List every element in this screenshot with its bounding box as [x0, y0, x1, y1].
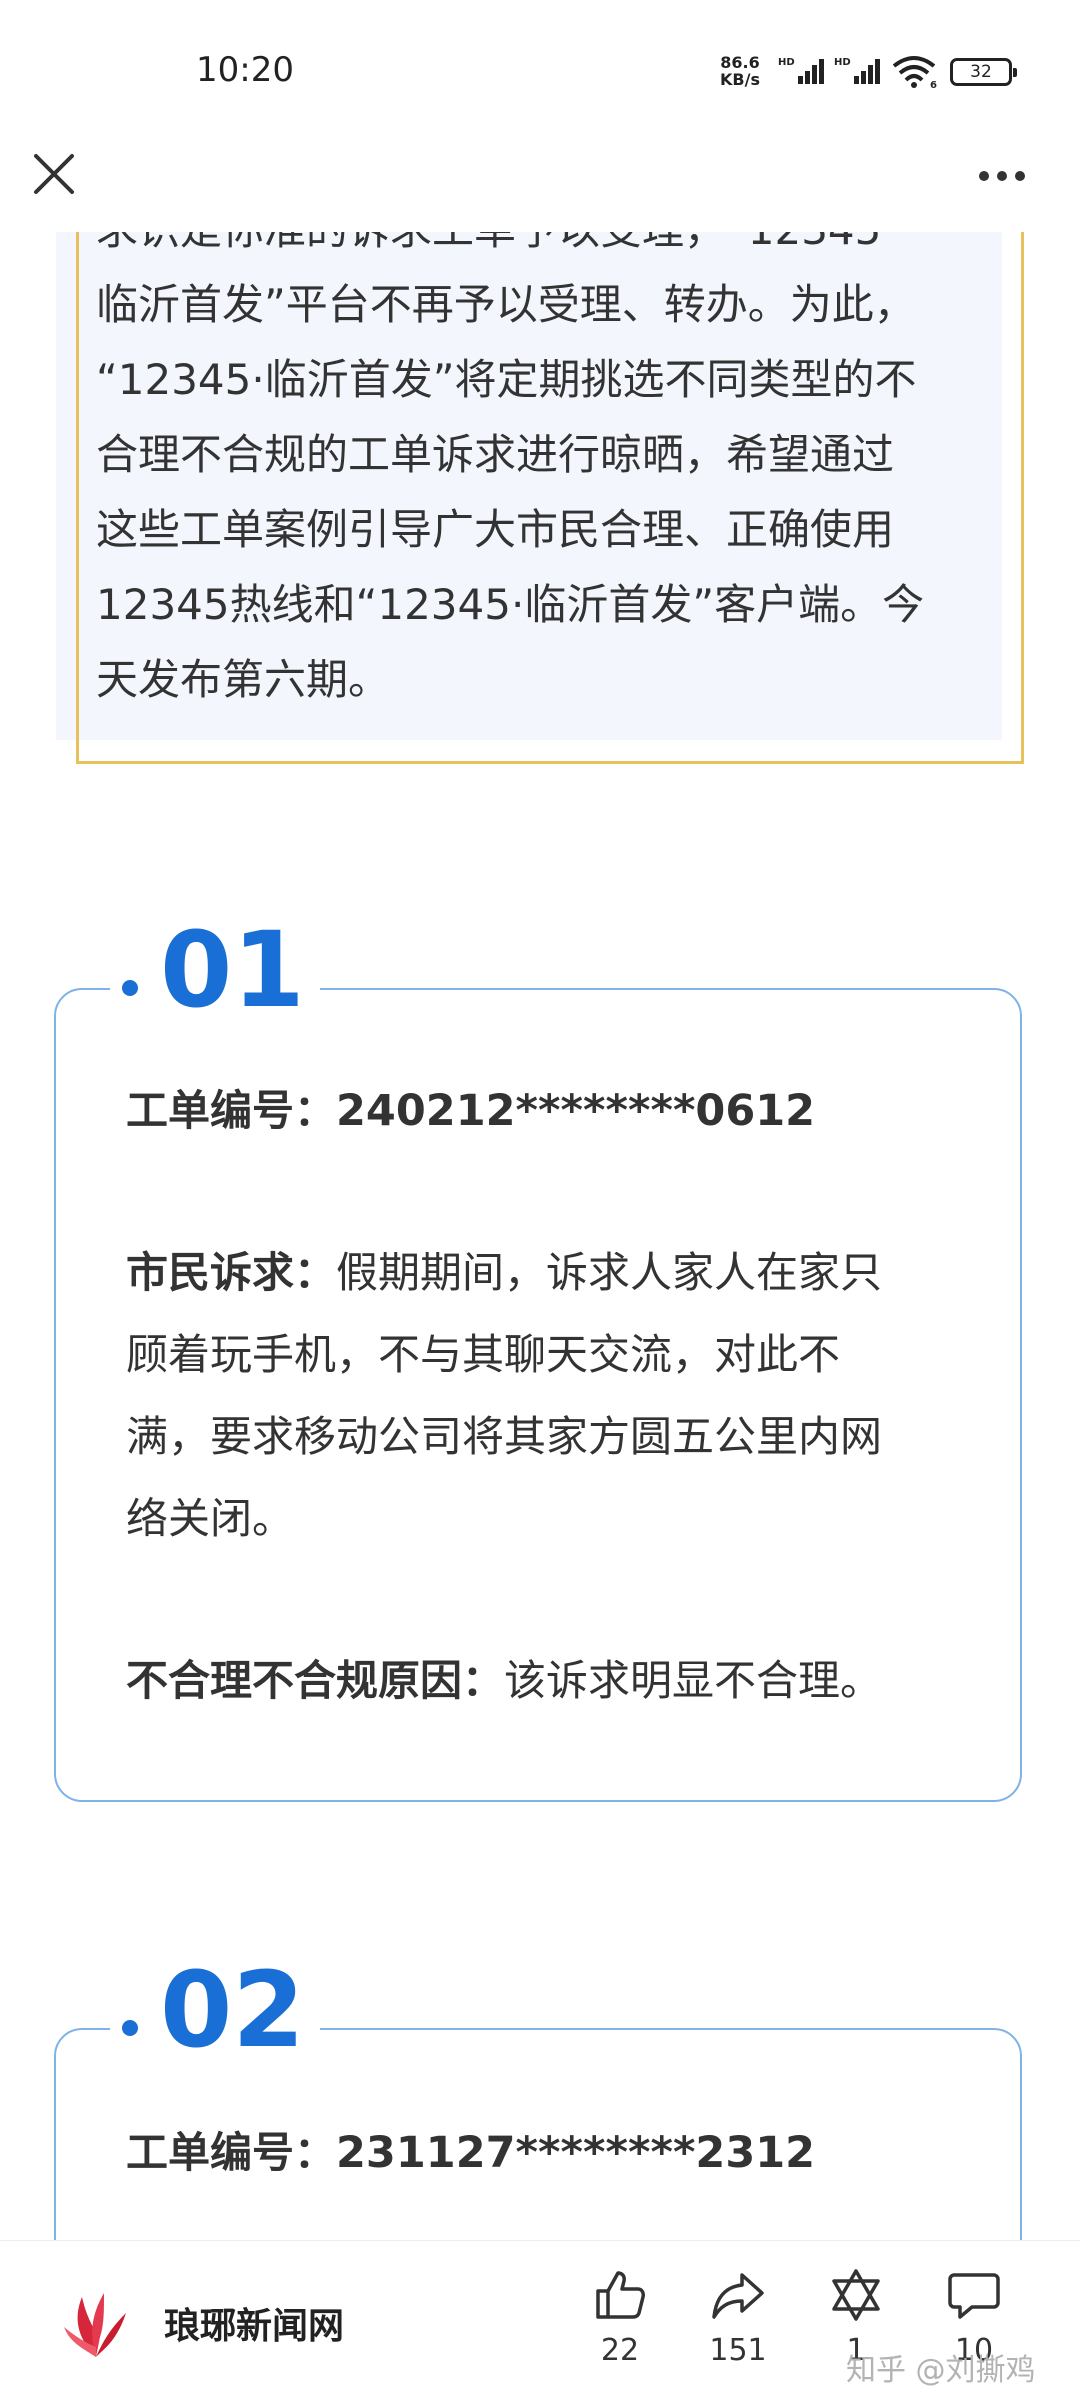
intro-line: “12345·临沂首发”将定期挑选不同类型的不: [96, 355, 917, 404]
case-dot-icon: [122, 980, 138, 996]
case-request-line: 满，要求移动公司将其家方圆五公里内网: [126, 1412, 883, 1461]
case-number: 01: [160, 909, 305, 1031]
cell-signal-label: HD: [834, 57, 851, 68]
share-count: 151: [709, 2333, 767, 2368]
status-time: 10:20: [196, 50, 294, 90]
case-id-value: 240212********0612: [336, 1086, 816, 1136]
bottom-action-bar: 琅琊新闻网 22 151 1 10 知乎 @刘撕鸡: [0, 2240, 1080, 2400]
cell-signal-icon: HD: [778, 56, 826, 90]
case-request-line: 假期期间，诉求人家人在家只: [336, 1248, 883, 1297]
case-reason-label: 不合理不合规原因：: [126, 1656, 505, 1705]
comment-bubble-icon: [948, 2273, 1000, 2319]
thumbs-up-icon: [596, 2271, 645, 2319]
source-name[interactable]: 琅琊新闻网: [164, 2297, 344, 2349]
nav-bar: [0, 140, 1080, 232]
intro-text: 求识是你准的诉求工单予以受理，“12345· 临沂首发”平台不再予以受理、转办。…: [96, 192, 976, 717]
case-number: 02: [160, 1949, 305, 2071]
case-id-field: 工单编号：231127********2312: [126, 2112, 966, 2194]
intro-line: 这些工单案例引导广大市民合理、正确使用: [96, 505, 895, 554]
case-request-field: 市民诉求：假期期间，诉求人家人在家只 顾着玩手机，不与其聊天交流，对此不 满，要…: [126, 1232, 966, 1560]
cell-signal-icon: HD: [834, 56, 882, 90]
battery-indicator: 32: [950, 58, 1017, 86]
article-content[interactable]: 求识是你准的诉求工单予以受理，“12345· 临沂首发”平台不再予以受理、转办。…: [0, 0, 1080, 2240]
intro-line: 12345热线和“12345·临沂首发”客户端。今: [96, 580, 925, 629]
close-button[interactable]: [28, 148, 80, 200]
network-speed-value: 86.6: [720, 53, 760, 72]
case-id-label: 工单编号：: [126, 2128, 337, 2177]
share-button[interactable]: 151: [688, 2267, 788, 2368]
case-request-line: 顾着玩手机，不与其聊天交流，对此不: [126, 1330, 841, 1379]
more-button[interactable]: [972, 150, 1032, 198]
cell-signal-label: HD: [778, 57, 795, 68]
wifi-label: 6: [930, 80, 937, 90]
intro-line: 天发布第六期。: [96, 655, 391, 704]
more-dots-icon: [979, 171, 1025, 181]
like-count: 22: [600, 2333, 640, 2368]
intro-line: 临沂首发”平台不再予以受理、转办。为此，: [96, 280, 916, 329]
watermark-text: 知乎 @刘撕鸡: [846, 2353, 1036, 2388]
source-logo-icon[interactable]: [60, 2281, 132, 2361]
star-of-david-icon: [832, 2269, 880, 2321]
wifi-icon: 6: [892, 54, 940, 94]
case-id-label: 工单编号：: [126, 1086, 337, 1135]
case-id-value: 231127********2312: [336, 2128, 816, 2178]
case-id-field: 工单编号：240212********0612: [126, 1070, 966, 1152]
network-speed: 86.6 KB/s: [720, 54, 760, 88]
like-button[interactable]: 22: [570, 2267, 670, 2368]
case-dot-icon: [122, 2020, 138, 2036]
intro-line: 合理不合规的工单诉求进行晾晒，希望通过: [96, 430, 895, 479]
share-arrow-icon: [712, 2273, 764, 2319]
case-reason-field: 不合理不合规原因：该诉求明显不合理。: [126, 1640, 966, 1722]
close-icon: [34, 154, 74, 194]
network-speed-unit: KB/s: [720, 70, 760, 89]
status-bar: 10:20 86.6 KB/s HD HD 6 32: [0, 0, 1080, 140]
case-request-line: 络关闭。: [126, 1494, 295, 1543]
case-request-label: 市民诉求：: [126, 1248, 337, 1297]
case-reason-value: 该诉求明显不合理。: [504, 1656, 883, 1705]
